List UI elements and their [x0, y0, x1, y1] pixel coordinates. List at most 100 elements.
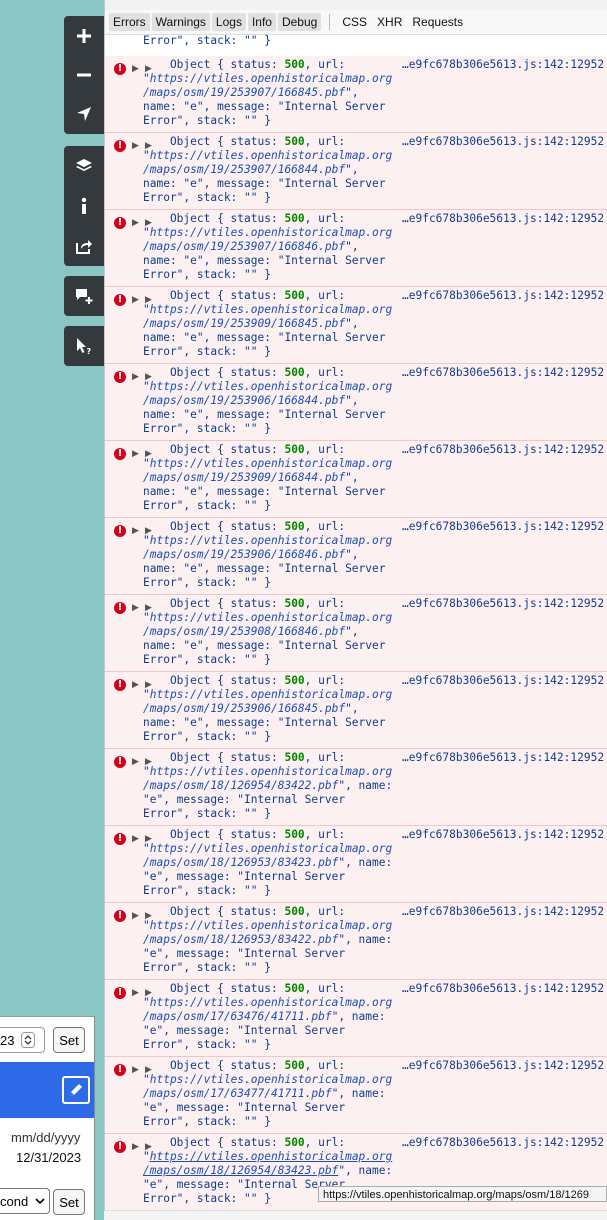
filter-css[interactable]: CSS — [338, 13, 371, 31]
expand-arrow-icon[interactable]: ▶ — [132, 449, 139, 459]
expand-arrow-icon[interactable]: ▶ — [132, 218, 139, 228]
comment-plus-icon — [76, 289, 93, 304]
expand-arrow-icon[interactable]: ▶ — [132, 834, 139, 844]
log-message: Object { status: 500, url: "https://vtil… — [143, 366, 393, 435]
log-entry[interactable]: ! ▶ ▶ Object { status: 500, url: "https://… — [105, 518, 607, 595]
log-source-link[interactable]: …e9fc678b306e5613.js:142:12952 — [402, 1059, 604, 1073]
svg-text:?: ? — [87, 347, 92, 355]
log-entry[interactable]: ! ▶ ▶ Object { status: 500, url: "https://… — [105, 903, 607, 980]
log-source-link[interactable]: …e9fc678b306e5613.js:142:12952 — [402, 58, 604, 72]
log-message: Object { status: 500, url: "https://vtil… — [143, 520, 393, 589]
log-source-link[interactable]: …e9fc678b306e5613.js:142:12952 — [402, 443, 604, 457]
expand-arrow-icon[interactable]: ▶ — [132, 911, 139, 921]
browser-console: Errors Warnings Logs Info Debug CSS XHR … — [104, 0, 607, 1219]
location-arrow-icon — [77, 107, 91, 122]
expand-arrow-icon[interactable]: ▶ — [132, 603, 139, 613]
filter-info[interactable]: Info — [247, 13, 276, 31]
error-icon: ! — [114, 1141, 126, 1153]
log-source-link[interactable]: …e9fc678b306e5613.js:142:12952 — [402, 520, 604, 534]
stepper-icon[interactable] — [21, 1032, 36, 1048]
expand-arrow-icon[interactable]: ▶ — [132, 64, 139, 74]
log-source-link[interactable]: …e9fc678b306e5613.js:142:12952 — [402, 212, 604, 226]
log-entry[interactable]: ! ▶ ▶ Object { status: 500, url: "https://… — [105, 287, 607, 364]
pencil-icon — [70, 1084, 82, 1096]
console-log: ! ▶ ▶ Object { status: 500, url: "https://… — [105, 34, 607, 1210]
log-entry[interactable]: ! ▶ ▶ Object { status: 500, url: "https://… — [105, 672, 607, 749]
edit-range-button[interactable] — [62, 1076, 90, 1104]
log-message: Object { status: 500, url: "https://vtil… — [143, 751, 393, 820]
expand-arrow-icon[interactable]: ▶ — [132, 988, 139, 998]
error-icon: ! — [114, 679, 126, 691]
error-icon: ! — [114, 910, 126, 922]
log-source-link[interactable]: …e9fc678b306e5613.js:142:12952 — [402, 289, 604, 303]
log-source-link[interactable]: …e9fc678b306e5613.js:142:12952 — [402, 366, 604, 380]
date-input-value: 23 — [0, 1032, 15, 1048]
log-message: Object { status: 500, url: "https://vtil… — [143, 135, 393, 204]
log-message: Object { status: 500, url: "https://vtil… — [143, 597, 393, 666]
zoom-out-button[interactable] — [64, 55, 104, 94]
log-entry[interactable]: ! ▶ ▶ Object { status: 500, url: "https://… — [105, 980, 607, 1057]
note-control — [64, 276, 104, 316]
share-icon — [76, 240, 92, 254]
log-entry[interactable]: ! ▶ ▶ Object { status: 500, url: "https://… — [105, 1057, 607, 1134]
log-entry[interactable]: ! ▶ ▶ Object { status: 500, url: "https://… — [105, 595, 607, 672]
expand-arrow-icon[interactable]: ▶ — [132, 1142, 139, 1152]
layers-icon — [76, 159, 92, 171]
date-range-end: 12/31/2023 — [16, 1150, 82, 1165]
filter-requests[interactable]: Requests — [408, 13, 467, 31]
plus-icon — [77, 28, 91, 43]
log-entry[interactable]: ! ▶ ▶ Object { status: 500, url: "https://… — [105, 749, 607, 826]
expand-arrow-icon[interactable]: ▶ — [132, 757, 139, 767]
filter-xhr[interactable]: XHR — [373, 13, 406, 31]
error-icon: ! — [114, 63, 126, 75]
log-message: Object { status: 500, url: "https://vtil… — [143, 828, 393, 897]
url-tooltip: https://vtiles.openhistoricalmap.org/map… — [318, 1186, 607, 1202]
filter-debug[interactable]: Debug — [277, 13, 322, 31]
log-message: Object { status: 500, url: "https://vtil… — [143, 1059, 393, 1128]
log-entry[interactable]: ! ▶ ▶ Object { status: 500, url: "https://… — [105, 133, 607, 210]
set-unit-button[interactable]: Set — [53, 1189, 85, 1215]
log-source-link[interactable]: …e9fc678b306e5613.js:142:12952 — [402, 674, 604, 688]
zoom-in-button[interactable] — [64, 16, 104, 55]
filter-warnings[interactable]: Warnings — [151, 13, 210, 31]
log-message: Object { status: 500, url: "https://vtil… — [143, 982, 393, 1051]
expand-arrow-icon[interactable]: ▶ — [132, 526, 139, 536]
log-source-link[interactable]: …e9fc678b306e5613.js:142:12952 — [402, 1136, 604, 1150]
expand-arrow-icon[interactable]: ▶ — [132, 680, 139, 690]
log-entry[interactable]: ! ▶ ▶ Object { status: 500, url: "https://… — [105, 56, 607, 133]
expand-arrow-icon[interactable]: ▶ — [132, 141, 139, 151]
log-source-link[interactable]: …e9fc678b306e5613.js:142:12952 — [402, 597, 604, 611]
layers-button[interactable] — [64, 146, 104, 186]
log-message: Object { status: 500, url: "https://vtil… — [143, 443, 393, 512]
log-source-link[interactable]: …e9fc678b306e5613.js:142:12952 — [402, 828, 604, 842]
zoom-controls — [64, 16, 104, 134]
log-entry[interactable]: ! ▶ ▶ Object { status: 500, url: "https://… — [105, 210, 607, 287]
query-features-button[interactable]: ? — [64, 326, 104, 366]
info-icon — [81, 197, 87, 214]
log-source-link[interactable]: …e9fc678b306e5613.js:142:12952 — [402, 905, 604, 919]
filter-logs[interactable]: Logs — [211, 13, 246, 31]
error-icon: ! — [114, 525, 126, 537]
log-source-link[interactable]: …e9fc678b306e5613.js:142:12952 — [402, 751, 604, 765]
filter-errors[interactable]: Errors — [109, 13, 150, 31]
error-icon: ! — [114, 294, 126, 306]
expand-arrow-icon[interactable]: ▶ — [132, 295, 139, 305]
map-info-button[interactable] — [64, 186, 104, 226]
log-source-link[interactable]: …e9fc678b306e5613.js:142:12952 — [402, 135, 604, 149]
log-fragment: Error", stack: "" } — [143, 34, 271, 47]
expand-arrow-icon[interactable]: ▶ — [132, 1065, 139, 1075]
log-entry[interactable]: ! ▶ ▶ Object { status: 500, url: "https://… — [105, 364, 607, 441]
set-date-button[interactable]: Set — [53, 1027, 85, 1053]
log-entry[interactable]: ! ▶ ▶ Object { status: 500, url: "https://… — [105, 826, 607, 903]
add-note-button[interactable] — [64, 276, 104, 316]
time-unit-select[interactable]: cond — [0, 1188, 50, 1214]
share-button[interactable] — [64, 226, 104, 266]
error-icon: ! — [114, 833, 126, 845]
locate-button[interactable] — [64, 95, 104, 134]
log-source-link[interactable]: …e9fc678b306e5613.js:142:12952 — [402, 982, 604, 996]
minus-icon — [77, 73, 91, 77]
log-message: Object { status: 500, url: "https://vtil… — [143, 674, 393, 743]
expand-arrow-icon[interactable]: ▶ — [132, 372, 139, 382]
date-input[interactable]: 23 — [0, 1027, 45, 1053]
log-entry[interactable]: ! ▶ ▶ Object { status: 500, url: "https://… — [105, 441, 607, 518]
